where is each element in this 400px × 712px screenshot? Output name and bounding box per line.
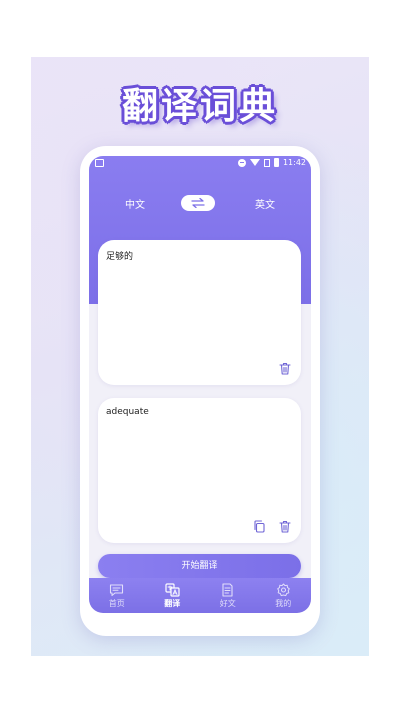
target-language-button[interactable]: 英文 — [255, 196, 275, 211]
tab-articles-label: 好文 — [219, 599, 236, 608]
tab-articles[interactable]: 好文 — [200, 578, 256, 613]
tab-translate-label: 翻译 — [164, 599, 181, 608]
gear-icon — [276, 583, 290, 597]
source-text-card[interactable]: 足够的 — [98, 240, 301, 385]
translation-text: adequate — [106, 407, 149, 417]
tab-profile[interactable]: 我的 — [256, 578, 312, 613]
promo-poster: 翻译词典 11:42 中文 英文 足够的 adequate 开始翻译 首页 翻译… — [31, 57, 369, 656]
copy-icon[interactable] — [253, 520, 265, 533]
source-language-button[interactable]: 中文 — [125, 196, 145, 211]
swap-language-button[interactable] — [181, 195, 215, 211]
start-translate-button[interactable]: 开始翻译 — [98, 554, 301, 578]
poster-headline: 翻译词典 — [121, 86, 278, 127]
phone-frame: 11:42 中文 英文 足够的 adequate 开始翻译 首页 翻译 好文 我… — [80, 146, 320, 636]
language-selector: 中文 英文 — [89, 192, 311, 214]
tab-translate[interactable]: 翻译 — [145, 578, 201, 613]
bottom-tab-bar: 首页 翻译 好文 我的 — [89, 578, 311, 613]
wifi-icon — [249, 159, 260, 166]
battery-icon — [273, 158, 279, 167]
source-text[interactable]: 足够的 — [106, 249, 133, 262]
translate-icon — [165, 583, 180, 597]
do-not-disturb-icon — [237, 158, 246, 167]
tab-profile-label: 我的 — [275, 599, 292, 608]
tab-home[interactable]: 首页 — [89, 578, 145, 613]
trash-icon[interactable] — [279, 520, 291, 533]
chat-bubble-icon — [110, 584, 124, 597]
document-icon — [222, 583, 233, 597]
sim-icon — [263, 158, 270, 167]
status-bar: 11:42 — [89, 156, 311, 172]
app-screen: 11:42 中文 英文 足够的 adequate 开始翻译 首页 翻译 好文 我… — [89, 156, 311, 613]
gallery-icon — [95, 159, 104, 167]
tab-home-label: 首页 — [108, 599, 125, 608]
swap-arrows-icon — [191, 198, 205, 208]
status-time: 11:42 — [282, 158, 306, 167]
trash-icon[interactable] — [279, 362, 291, 375]
translation-result-card: adequate — [98, 398, 301, 543]
